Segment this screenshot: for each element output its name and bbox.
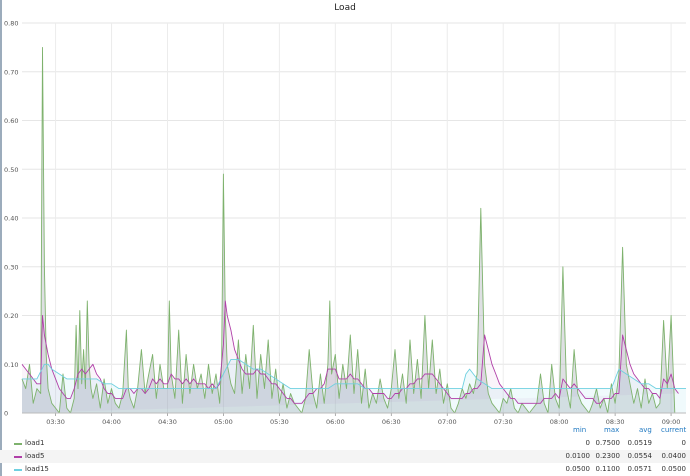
graph-panel: Load 0 0.10 0.20 0.30 0.40 0.50 0.60 0.70 0.80 03… [0,0,690,476]
legend-series-name[interactable]: load5 [25,452,44,460]
legend-series-name[interactable]: load1 [25,439,44,447]
series-fill-load15 [22,359,686,413]
legend-avg-value: 0.0571 [627,465,653,473]
legend-row-load5[interactable]: load5 0.0100 0.2300 0.0554 0.0400 [0,450,690,463]
legend-current-value: 0 [681,439,686,447]
legend-avg-value: 0.0519 [627,439,653,447]
x-tick-label: 07:30 [494,418,513,426]
x-tick-label: 04:30 [158,418,177,426]
y-tick-label: 0.30 [4,263,18,271]
legend-series-name[interactable]: load15 [25,465,49,473]
x-tick-label: 03:30 [46,418,65,426]
y-tick-label: 0.70 [4,68,18,76]
legend-min-value: 0.0500 [565,465,591,473]
legend-current-value: 0.0500 [661,465,687,473]
x-tick-label: 04:00 [102,418,121,426]
legend-header-avg[interactable]: avg [639,426,652,434]
legend-header-current[interactable]: current [661,426,686,434]
x-tick-label: 05:00 [214,418,233,426]
legend-max-value: 0.2300 [595,452,621,460]
legend-header-min[interactable]: min [573,426,586,434]
x-tick-label: 06:30 [382,418,401,426]
x-tick-label: 08:30 [606,418,625,426]
legend-avg-value: 0.0554 [627,452,653,460]
x-tick-label: 08:00 [550,418,569,426]
x-tick-label: 05:30 [270,418,289,426]
legend-swatch[interactable] [14,469,22,471]
series-fill-load1 [22,47,679,414]
legend-min-value: 0 [585,439,590,447]
y-tick-label: 0.10 [4,361,18,369]
legend-swatch[interactable] [14,456,22,458]
legend-current-value: 0.0400 [661,452,687,460]
x-tick-label: 07:00 [438,418,457,426]
y-tick-label: 0 [4,410,8,418]
legend-row-load15[interactable]: load15 0.0500 0.1100 0.0571 0.0500 [0,463,690,476]
legend-max-value: 0.1100 [595,465,621,473]
x-tick-label: 06:00 [326,418,345,426]
y-tick-label: 0.20 [4,312,18,320]
y-tick-label: 0.50 [4,166,18,174]
load-chart[interactable]: 0 0.10 0.20 0.30 0.40 0.50 0.60 0.70 0.80 03:30 04… [0,0,690,430]
legend-min-value: 0.0100 [565,452,591,460]
legend-max-value: 0.7500 [595,439,621,447]
legend-header-max[interactable]: max [604,426,619,434]
y-tick-label: 0.60 [4,117,18,125]
y-tick-label: 0.80 [4,20,18,28]
x-tick-label: 09:00 [662,418,681,426]
legend-swatch[interactable] [14,443,22,445]
legend-row-load1[interactable]: load1 0 0.7500 0.0519 0 [0,437,690,450]
y-tick-label: 0.40 [4,215,18,223]
